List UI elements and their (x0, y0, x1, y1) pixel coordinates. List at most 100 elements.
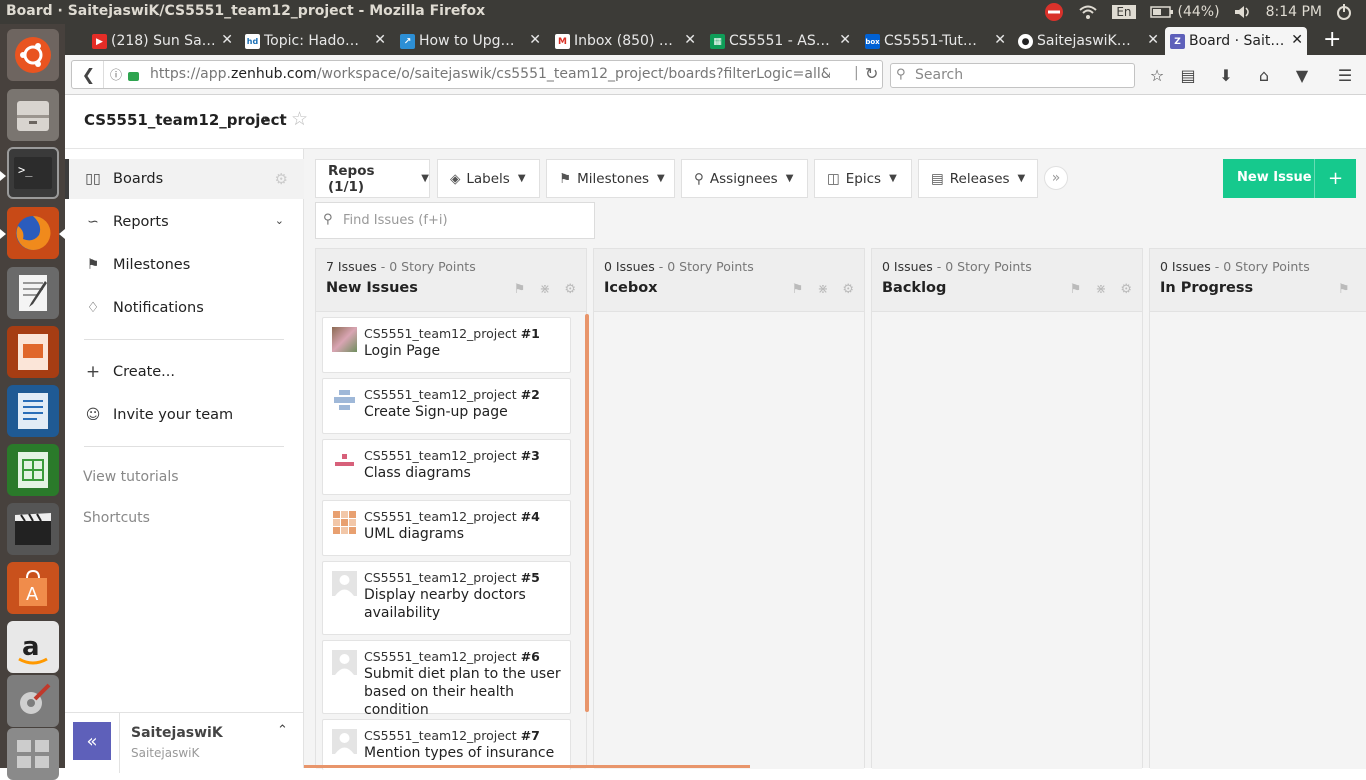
user-name[interactable]: SaitejaswiK (131, 725, 223, 741)
pin-icon[interactable]: ⋇ (1095, 282, 1106, 297)
new-tab-button[interactable]: + (1323, 27, 1341, 52)
flag-icon[interactable]: ⚑ (1338, 282, 1350, 297)
milestones-filter[interactable]: ⚑ Milestones ▼ (546, 159, 675, 198)
firefox-icon[interactable] (7, 207, 59, 259)
sidebar-item-boards[interactable]: ▯▯ Boards ⚙ (65, 159, 304, 199)
browser-tab[interactable]: box CS5551-Tut… ✕ (860, 27, 1010, 55)
amazon-icon[interactable]: a (7, 621, 59, 673)
issue-ref: CS5551_team12_project #4 (364, 509, 540, 524)
info-icon[interactable]: ⓘ (110, 66, 122, 83)
plus-icon[interactable]: + (1314, 159, 1356, 198)
assignees-filter[interactable]: ⚲ Assignees ▼ (681, 159, 808, 198)
issue-card[interactable]: CS5551_team12_project #3 Class diagrams (322, 439, 571, 495)
reload-icon[interactable]: ↻ (865, 64, 878, 83)
chevron-down-icon[interactable]: ⌄ (275, 214, 284, 227)
issue-card[interactable]: CS5551_team12_project #2 Create Sign-up … (322, 378, 571, 434)
collapse-sidebar-button[interactable]: « (73, 722, 111, 760)
issue-card[interactable]: CS5551_team12_project #1 Login Page (322, 317, 571, 373)
tag-icon: ◈ (450, 170, 461, 187)
browser-tab[interactable]: M Inbox (850) … ✕ (550, 27, 700, 55)
software-center-icon[interactable]: A (7, 562, 59, 614)
issue-card[interactable]: CS5551_team12_project #7 Mention types o… (322, 719, 571, 770)
bookmark-star-icon[interactable]: ☆ (1146, 64, 1168, 86)
flag-icon[interactable]: ⚑ (792, 282, 804, 297)
clock[interactable]: 8:14 PM (1266, 4, 1322, 20)
ubuntu-dash-icon[interactable] (7, 29, 59, 81)
search-input[interactable]: ⚲ Search (890, 63, 1135, 88)
calc-icon[interactable] (7, 444, 59, 496)
impress-icon[interactable] (7, 326, 59, 378)
menu-icon[interactable]: ☰ (1334, 64, 1356, 86)
browser-tab[interactable]: ↗ How to Upg… ✕ (395, 27, 545, 55)
url-bar[interactable]: ❮ ⓘ https://app.zenhub.com/workspace/o/s… (71, 60, 883, 89)
writer-icon[interactable] (7, 385, 59, 437)
workspace-switcher-icon[interactable] (7, 728, 59, 780)
close-tab-icon[interactable]: ✕ (529, 32, 541, 48)
gear-icon[interactable]: ⚙ (842, 282, 854, 297)
video-editor-icon[interactable] (7, 503, 59, 555)
chevron-up-icon[interactable]: ⌃ (277, 723, 288, 738)
sidebar-item-reports[interactable]: ∽ Reports ⌄ (65, 202, 304, 242)
sidebar-item-label: Reports (113, 214, 169, 230)
browser-tab[interactable]: ▶ (218) Sun Sa… ✕ (87, 27, 237, 55)
gear-icon[interactable]: ⚙ (1120, 282, 1132, 297)
column-meta: 0 Issues - 0 Story Points (1160, 259, 1310, 274)
shortcuts-link[interactable]: Shortcuts (83, 510, 150, 526)
flag-icon[interactable]: ⚑ (514, 282, 526, 297)
epics-filter[interactable]: ◫ Epics ▼ (814, 159, 912, 198)
sidebar-item-notifications[interactable]: ♢ Notifications (65, 288, 304, 328)
gear-icon[interactable]: ⚙ (275, 170, 288, 188)
dropdown-icon[interactable]: | (854, 65, 859, 81)
battery-indicator[interactable]: (44%) (1149, 4, 1220, 20)
new-issue-button[interactable]: New Issue + (1223, 159, 1356, 198)
sidebar-item-invite[interactable]: ☺ Invite your team (65, 395, 304, 435)
labels-filter[interactable]: ◈ Labels ▼ (437, 159, 540, 198)
no-entry-icon[interactable] (1044, 2, 1064, 22)
issue-card[interactable]: CS5551_team12_project #6 Submit diet pla… (322, 640, 571, 718)
wifi-icon[interactable] (1078, 4, 1098, 20)
browser-tab[interactable]: ● SaitejaswiK… ✕ (1013, 27, 1163, 55)
close-tab-icon[interactable]: ✕ (1291, 32, 1303, 48)
repos-filter[interactable]: Repos (1/1) ▼ (315, 159, 430, 198)
view-tutorials-link[interactable]: View tutorials (83, 469, 179, 485)
issue-card[interactable]: CS5551_team12_project #4 UML diagrams (322, 500, 571, 556)
download-icon[interactable]: ⬇ (1215, 64, 1237, 86)
close-tab-icon[interactable]: ✕ (374, 32, 386, 48)
pin-icon[interactable]: ⋇ (817, 282, 828, 297)
chevron-right-icon[interactable]: › (262, 110, 268, 128)
star-icon[interactable]: ☆ (291, 108, 308, 130)
pin-icon[interactable]: ⋇ (539, 282, 550, 297)
terminal-icon[interactable]: >_ (7, 147, 59, 199)
reading-list-icon[interactable]: ▤ (1177, 64, 1199, 86)
system-settings-icon[interactable] (7, 675, 59, 727)
project-title[interactable]: CS5551_team12_project (84, 111, 287, 129)
releases-filter[interactable]: ▤ Releases ▼ (918, 159, 1038, 198)
volume-icon[interactable] (1234, 5, 1252, 19)
files-icon[interactable] (7, 89, 59, 141)
gear-icon[interactable]: ⚙ (564, 282, 576, 297)
power-icon[interactable] (1336, 4, 1352, 20)
issue-card[interactable]: CS5551_team12_project #5 Display nearby … (322, 561, 571, 635)
close-tab-icon[interactable]: ✕ (221, 32, 233, 48)
close-tab-icon[interactable]: ✕ (839, 32, 851, 48)
close-tab-icon[interactable]: ✕ (994, 32, 1006, 48)
find-issues-input[interactable]: ⚲ Find Issues (f+i) (315, 202, 595, 239)
issue-number: #7 (520, 728, 540, 743)
close-tab-icon[interactable]: ✕ (1147, 32, 1159, 48)
back-button[interactable]: ❮ (74, 61, 104, 88)
sidebar-item-milestones[interactable]: ⚑ Milestones (65, 245, 304, 285)
text-editor-icon[interactable] (7, 267, 59, 319)
flag-icon[interactable]: ⚑ (1070, 282, 1082, 297)
issue-title: Create Sign-up page (364, 404, 508, 420)
home-icon[interactable]: ⌂ (1253, 64, 1275, 86)
keyboard-indicator[interactable]: En (1112, 5, 1136, 19)
tab-title: How to Upg… (419, 33, 515, 49)
close-tab-icon[interactable]: ✕ (684, 32, 696, 48)
expand-filters-button[interactable]: » (1044, 166, 1068, 190)
pocket-icon[interactable]: ▼ (1291, 64, 1313, 86)
browser-tab[interactable]: ▦ CS5551 - AS… ✕ (705, 27, 855, 55)
sidebar-item-create[interactable]: + Create... (65, 352, 304, 392)
browser-tab-active[interactable]: Z Board · Sait… ✕ (1165, 27, 1307, 55)
browser-tab[interactable]: hd Topic: Hado… ✕ (240, 27, 390, 55)
column-scrollbar[interactable] (585, 314, 589, 712)
